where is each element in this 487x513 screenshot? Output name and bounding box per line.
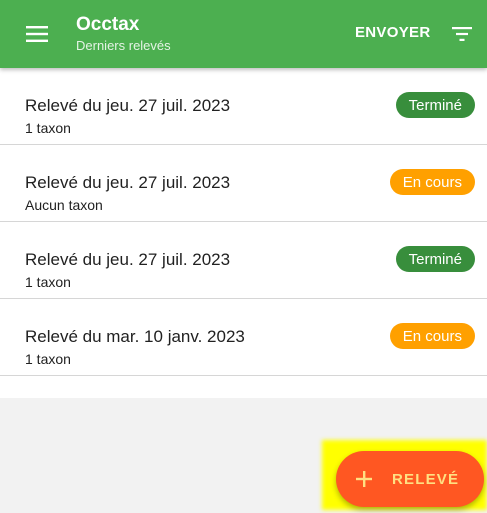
status-badge: Terminé <box>395 92 475 118</box>
plus-icon <box>356 471 372 487</box>
add-record-label: RELEVÉ <box>392 470 460 488</box>
record-title: Relevé du jeu. 27 juil. 2023 <box>25 250 231 269</box>
app-title: Occtax <box>76 14 140 35</box>
record-taxon-count: 1 taxon <box>25 120 71 136</box>
record-title: Relevé du jeu. 27 juil. 2023 <box>25 173 231 192</box>
send-button[interactable]: ENVOYER <box>355 24 430 41</box>
app-bar: Occtax Derniers relevés ENVOYER <box>0 0 487 68</box>
app-subtitle: Derniers relevés <box>76 38 171 53</box>
record-row[interactable]: Relevé du mar. 10 janv. 2023 1 taxon En … <box>0 299 487 376</box>
status-badge: En cours <box>389 169 475 195</box>
record-title: Relevé du jeu. 27 juil. 2023 <box>25 96 231 115</box>
record-row[interactable]: Relevé du jeu. 27 juil. 2023 1 taxon Ter… <box>0 68 487 145</box>
record-row[interactable]: Relevé du jeu. 27 juil. 2023 1 taxon Ter… <box>0 222 487 299</box>
status-badge: Terminé <box>395 246 475 272</box>
menu-button[interactable] <box>0 0 50 68</box>
record-taxon-count: 1 taxon <box>25 351 71 367</box>
app-title-group: Occtax Derniers relevés <box>76 14 171 54</box>
add-record-button[interactable]: RELEVÉ <box>336 451 484 507</box>
hamburger-menu-icon <box>26 26 48 42</box>
filter-icon <box>452 27 472 41</box>
record-taxon-count: 1 taxon <box>25 274 71 290</box>
records-list: Relevé du jeu. 27 juil. 2023 1 taxon Ter… <box>0 68 487 398</box>
record-taxon-count: Aucun taxon <box>25 197 103 213</box>
record-title: Relevé du mar. 10 janv. 2023 <box>25 327 245 346</box>
status-badge: En cours <box>389 323 475 349</box>
filter-button[interactable] <box>450 22 474 46</box>
record-row[interactable]: Relevé du jeu. 27 juil. 2023 Aucun taxon… <box>0 145 487 222</box>
